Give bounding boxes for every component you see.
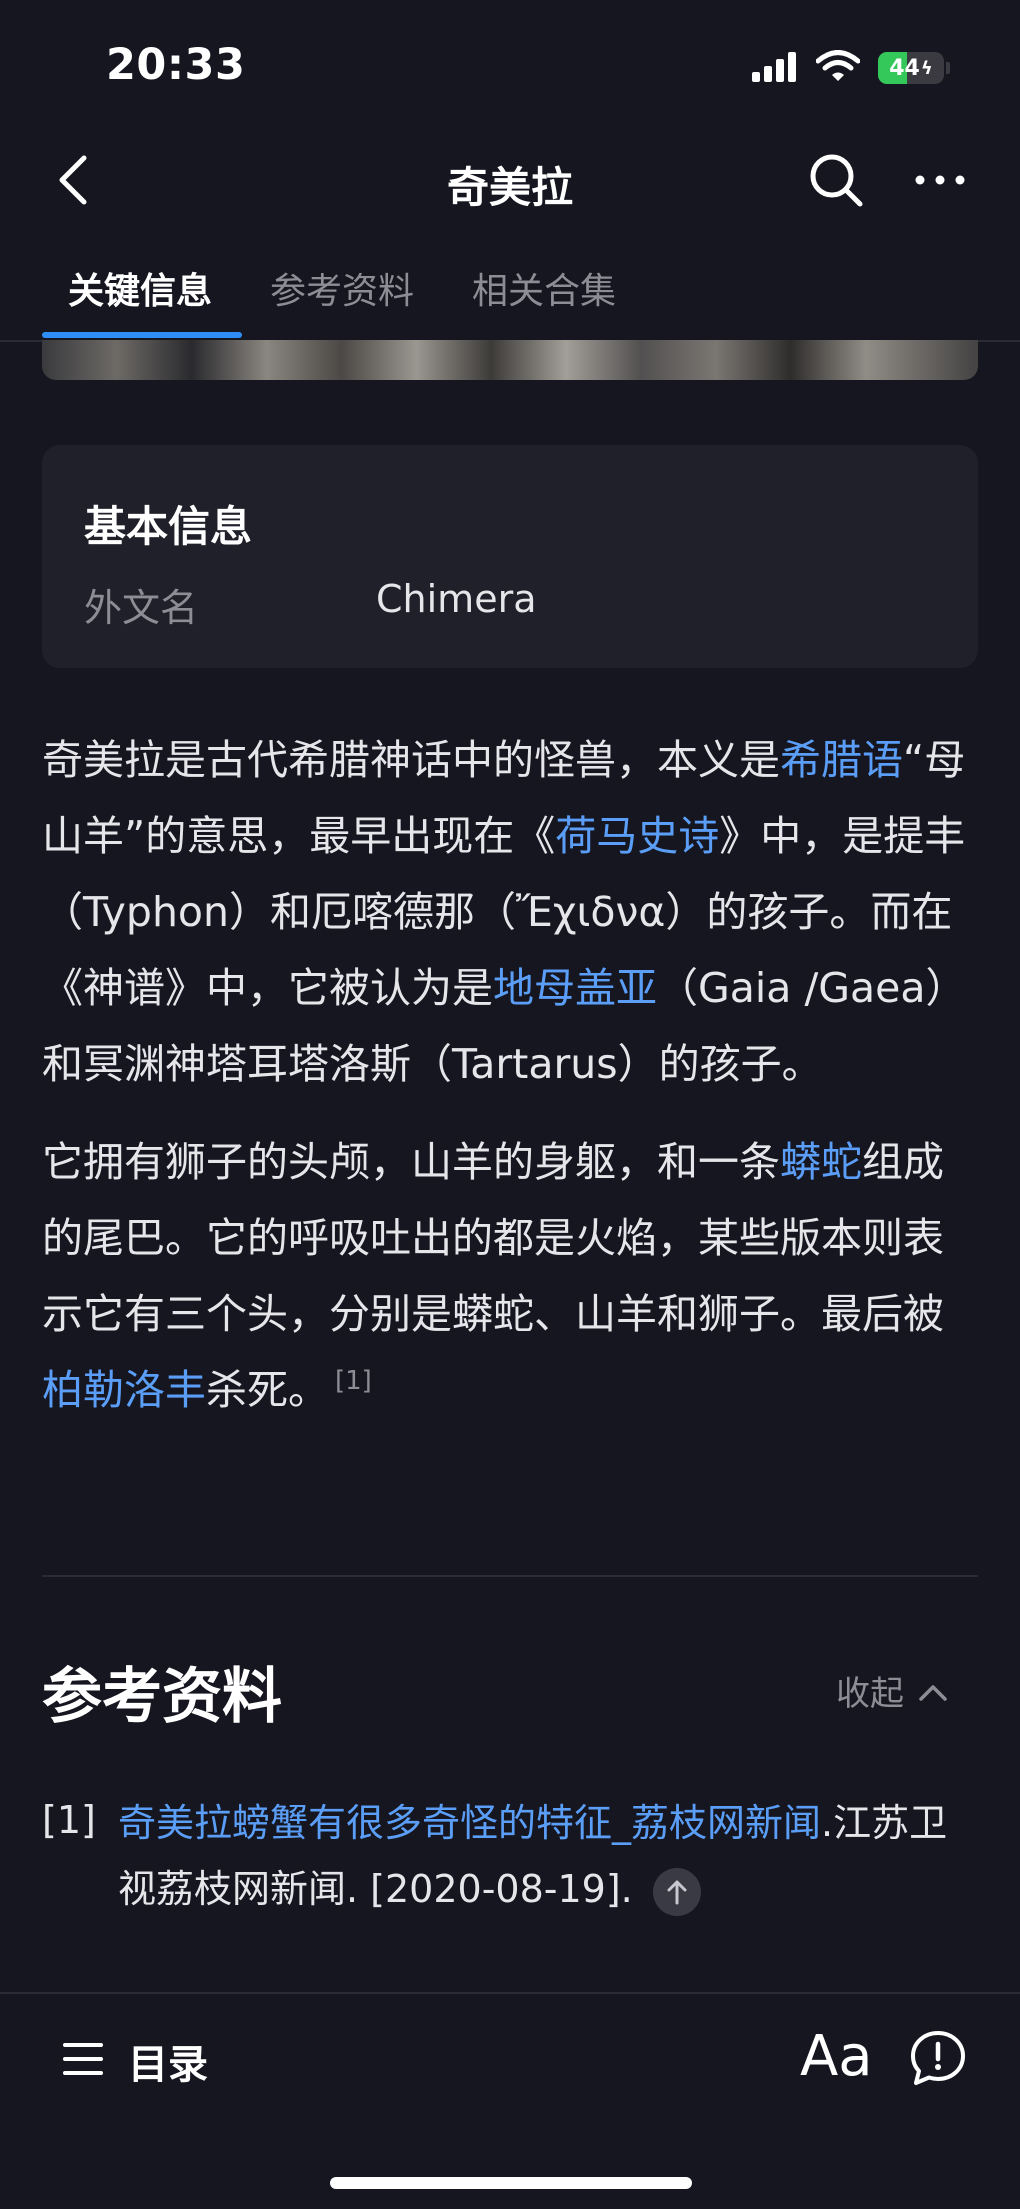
search-button[interactable] [806,150,866,210]
collapse-label: 收起 [836,1674,904,1714]
home-indicator [330,2177,692,2189]
collapse-button[interactable]: 收起 [836,1666,948,1715]
text-run: 杀死。 [206,1366,329,1414]
menu-list-icon [62,2041,104,2081]
article-paragraph: 它拥有狮子的头颅，山羊的身躯，和一条蟒蛇组成的尾巴。它的呼吸吐出的都是火焰，某些… [42,1124,978,1428]
battery-tip [946,62,950,74]
search-icon [806,154,866,214]
tab-related-collections[interactable]: 相关合集 [472,262,616,314]
chevron-up-icon [918,1671,948,1711]
text-run: 它拥有狮子的头颅，山羊的身躯，和一条 [42,1138,780,1186]
feedback-icon [908,2031,968,2092]
battery-percent: 44 ϟ [889,55,933,81]
toc-label: 目录 [128,2042,208,2088]
link-greek-language[interactable]: 希腊语 [780,736,903,784]
status-icons: 44 ϟ [752,48,950,88]
tab-bar: 关键信息 参考资料 相关合集 [0,250,1020,342]
more-horizontal-icon [912,175,968,212]
reference-number: [1] [42,1798,96,1842]
arrow-up-icon [666,1859,688,1925]
jump-to-citation-button[interactable] [652,1867,701,1916]
references-title: 参考资料 [42,1662,282,1732]
reference-link[interactable]: 奇美拉螃蟹有很多奇怪的特征_荔枝网新闻 [118,1801,821,1845]
basic-info-title: 基本信息 [84,502,253,551]
more-button[interactable] [912,152,968,208]
cellular-signal-icon [752,50,798,86]
text-run: 奇美拉是古代希腊神话中的怪兽，本义是 [42,736,780,784]
tab-key-info[interactable]: 关键信息 [68,262,212,314]
section-divider [42,1575,978,1577]
hero-image[interactable] [42,340,978,380]
citation-marker[interactable]: [1] [335,1366,372,1396]
feedback-button[interactable] [908,2028,968,2088]
link-bellerophon[interactable]: 柏勒洛丰 [42,1366,206,1414]
wifi-icon [815,50,861,86]
article-paragraph: 奇美拉是古代希腊神话中的怪兽，本义是希腊语“母山羊”的意思，最早出现在《荷马史诗… [42,722,978,1102]
article-body: 奇美拉是古代希腊神话中的怪兽，本义是希腊语“母山羊”的意思，最早出现在《荷马史诗… [42,722,978,1428]
reference-item: 奇美拉螃蟹有很多奇怪的特征_荔枝网新闻.江苏卫视荔枝网新闻. [2020-08-… [118,1790,978,1922]
tab-references[interactable]: 参考资料 [270,262,414,314]
page-title: 奇美拉 [446,163,573,212]
table-of-contents-button[interactable]: 目录 [62,2032,208,2090]
link-gaia[interactable]: 地母盖亚 [493,964,657,1012]
status-bar: 20:33 44 ϟ [0,0,1020,130]
basic-info-card: 基本信息 外文名 Chimera [42,445,978,668]
link-homeric-epics[interactable]: 荷马史诗 [555,812,719,860]
info-value-foreign-name: Chimera [376,577,537,621]
bottom-toolbar: 目录 Aa [0,1992,1020,2209]
top-nav-bar: 奇美拉 [0,130,1020,230]
link-python-snake[interactable]: 蟒蛇 [780,1138,862,1186]
battery-indicator: 44 ϟ [878,52,944,84]
info-key-foreign-name: 外文名 [84,586,199,630]
status-time: 20:33 [106,40,246,90]
active-tab-indicator [42,332,242,338]
font-size-button[interactable]: Aa [800,2024,873,2089]
